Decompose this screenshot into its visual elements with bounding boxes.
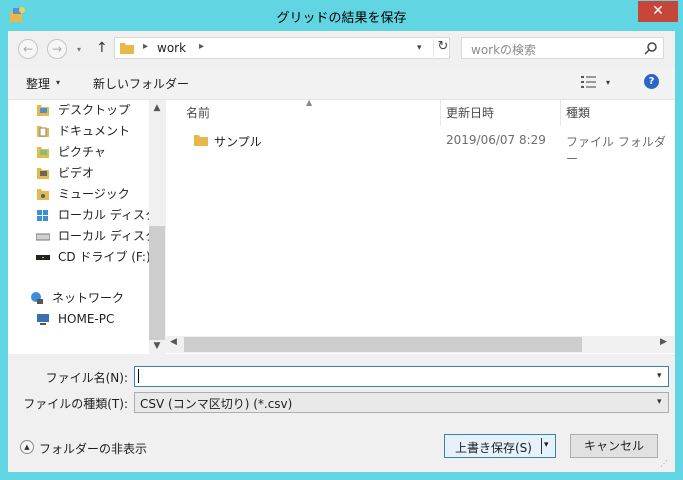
- filetype-select[interactable]: CSV (コンマ区切り) (*.csv) ▾: [134, 392, 669, 413]
- navigation-bar: ← → ▾ ↑ ▸ work ▸ ▾ ↻ workの検索: [8, 31, 675, 67]
- filename-input[interactable]: ▾: [134, 366, 669, 387]
- chevron-right-icon[interactable]: ▶: [660, 337, 667, 347]
- address-separator[interactable]: ▸: [199, 41, 204, 52]
- sort-ascending-icon: ▲: [306, 98, 313, 107]
- chevron-down-icon[interactable]: ▾: [657, 371, 662, 381]
- file-list: 名前 ▲ 更新日時 種類 サンプル 2019/06/07 8:29 ファイル フ…: [166, 98, 675, 354]
- filename-label: ファイル名(N):: [45, 371, 128, 385]
- save-button[interactable]: 上書き保存(S) ▾: [444, 434, 556, 458]
- file-type: ファイル フォルダー: [566, 135, 666, 166]
- chevron-down-icon[interactable]: ▾: [606, 78, 610, 87]
- chevron-left-icon[interactable]: ◀: [170, 337, 177, 347]
- search-box[interactable]: workの検索: [461, 37, 664, 59]
- help-button[interactable]: ?: [644, 74, 659, 89]
- chevron-down-icon[interactable]: ▾: [56, 78, 60, 87]
- resize-grip-icon[interactable]: ⋰: [660, 459, 668, 468]
- recent-locations-dropdown[interactable]: ▾: [77, 45, 81, 54]
- text-caret: [138, 369, 139, 383]
- chevron-down-icon[interactable]: ▾: [657, 397, 662, 407]
- sidebar-scroll-thumb[interactable]: [149, 226, 165, 340]
- address-dropdown[interactable]: ▾: [417, 43, 422, 53]
- back-button[interactable]: ←: [18, 39, 38, 59]
- drive-d-icon: [36, 233, 50, 241]
- save-dialog-window: グリッドの結果を保存 ✕ ← → ▾ ↑ ▸ work ▸ ▾ ↻ workの検…: [0, 0, 683, 480]
- column-divider[interactable]: [560, 100, 561, 126]
- column-header-name[interactable]: 名前: [186, 100, 210, 126]
- address-separator[interactable]: ▸: [143, 41, 148, 52]
- column-header-type[interactable]: 種類: [566, 100, 590, 126]
- cd-drive-icon: [36, 255, 50, 260]
- search-placeholder: workの検索: [471, 43, 537, 57]
- forward-button[interactable]: →: [47, 39, 67, 59]
- window-title: グリッドの結果を保存: [276, 11, 407, 26]
- up-button[interactable]: ↑: [96, 40, 108, 56]
- music-icon: [37, 189, 49, 200]
- sidebar-scrollbar[interactable]: ▲ ▼: [149, 100, 165, 354]
- filetype-value: CSV (コンマ区切り) (*.csv): [140, 397, 293, 411]
- file-list-horizontal-scrollbar[interactable]: ◀ ▶: [166, 336, 675, 353]
- refresh-button[interactable]: ↻: [433, 39, 452, 57]
- file-row[interactable]: サンプル 2019/06/07 8:29 ファイル フォルダー: [166, 130, 675, 166]
- new-folder-button[interactable]: 新しいフォルダー: [93, 75, 189, 92]
- command-toolbar: 整理 ▾ 新しいフォルダー ▾ ?: [8, 67, 675, 100]
- documents-icon: [37, 126, 49, 137]
- close-button[interactable]: ✕: [638, 1, 678, 22]
- file-name: サンプル: [214, 135, 262, 149]
- computer-icon: [37, 314, 49, 325]
- chevron-down-icon[interactable]: ▼: [149, 338, 165, 354]
- folder-icon: [37, 105, 49, 116]
- chevron-up-icon[interactable]: ▲: [149, 100, 165, 116]
- filetype-label: ファイルの種類(T):: [23, 397, 128, 411]
- drive-c-icon: [37, 210, 48, 221]
- cancel-button[interactable]: キャンセル: [570, 434, 658, 458]
- folder-icon: [120, 43, 134, 54]
- network-icon: [31, 292, 43, 304]
- address-path-segment[interactable]: work: [157, 41, 186, 55]
- title-bar[interactable]: グリッドの結果を保存 ✕: [0, 0, 683, 31]
- pictures-icon: [37, 147, 49, 158]
- chevron-up-icon[interactable]: ▲: [20, 440, 34, 454]
- address-bar[interactable]: ▸ work ▸ ▾ ↻: [114, 37, 450, 59]
- organize-button[interactable]: 整理: [26, 75, 50, 92]
- column-divider[interactable]: [440, 100, 441, 126]
- horizontal-scroll-thumb[interactable]: [184, 337, 582, 352]
- dialog-client: ← → ▾ ↑ ▸ work ▸ ▾ ↻ workの検索 整理 ▾ 新しいフォル…: [8, 31, 675, 472]
- column-header-modified[interactable]: 更新日時: [446, 100, 494, 126]
- file-modified: 2019/06/07 8:29: [446, 133, 546, 147]
- split-divider: [541, 438, 542, 454]
- videos-icon: [37, 168, 49, 179]
- view-options-icon[interactable]: [581, 75, 597, 89]
- chevron-down-icon[interactable]: ▾: [544, 440, 549, 450]
- folder-icon: [194, 135, 208, 146]
- navigation-pane: デスクトップ ドキュメント ピクチャ ビデオ ミュージック ローカル ディスク …: [8, 100, 165, 354]
- search-icon[interactable]: [644, 41, 658, 55]
